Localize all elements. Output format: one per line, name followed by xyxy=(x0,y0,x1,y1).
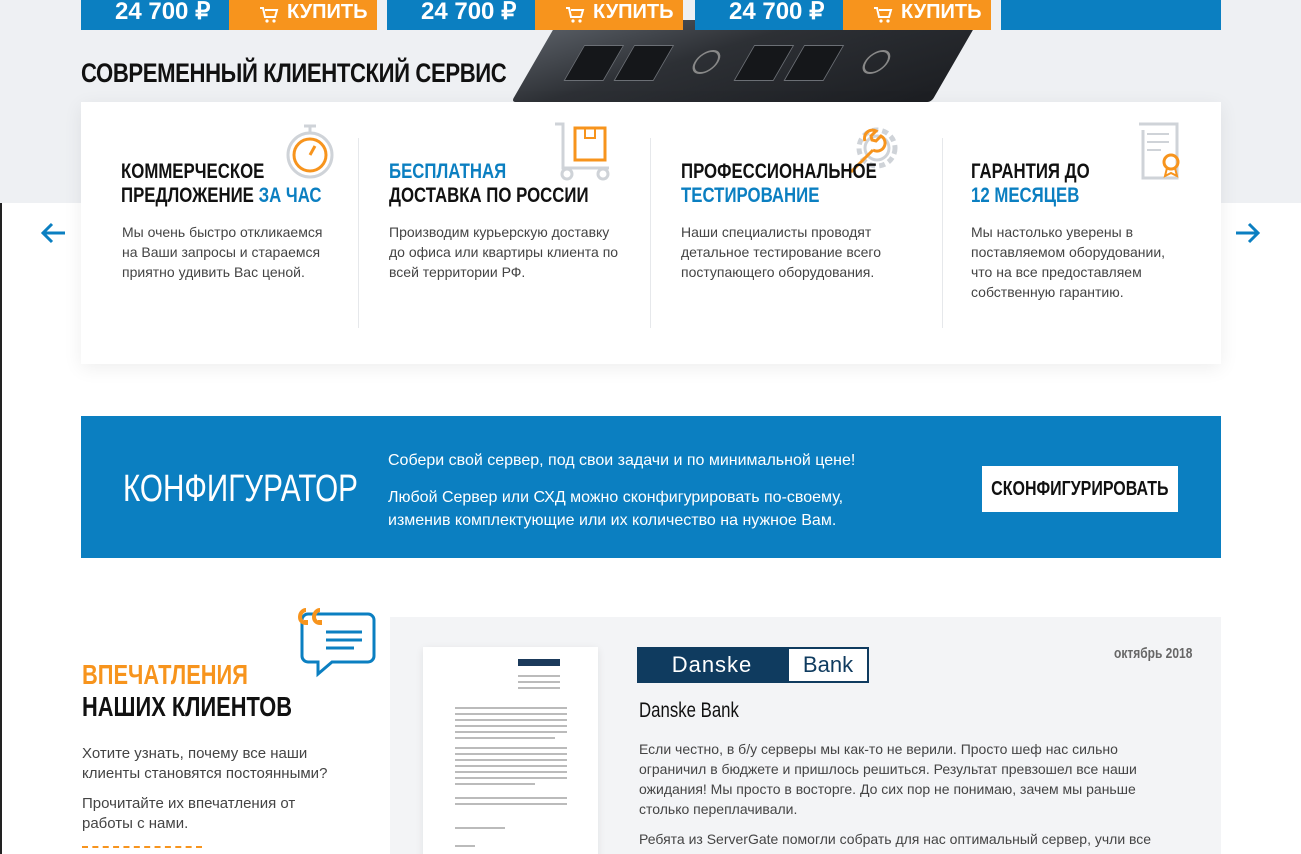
buy-label: КУПИТЬ xyxy=(593,1,674,23)
reviews-intro-2: Прочитайте их впечатления от работы с на… xyxy=(82,795,296,832)
buy-label: КУПИТЬ xyxy=(901,1,982,23)
review-date: октябрь 2018 xyxy=(1114,645,1193,662)
review-company: Danske Bank xyxy=(639,699,739,722)
product-card[interactable] xyxy=(1001,0,1221,30)
certificate-icon xyxy=(1139,122,1180,180)
configurator-tagline: Собери свой сервер, под свои задачи и по… xyxy=(388,452,856,469)
feature-title: ПРОФЕССИОНАЛЬНОЕ ТЕСТИРОВАНИЕ xyxy=(681,160,877,207)
arrow-right-icon[interactable] xyxy=(1232,218,1262,248)
product-card: 24 700 ₽ КУПИТЬ xyxy=(81,0,377,30)
buy-label: КУПИТЬ xyxy=(287,1,368,23)
buy-button[interactable]: КУПИТЬ xyxy=(535,0,683,30)
buy-button[interactable]: КУПИТЬ xyxy=(229,0,377,30)
reviews-title-accent: ВПЕЧАТЛЕНИЯ xyxy=(82,659,248,690)
feature-text: Наши специалисты проводят детальное тест… xyxy=(681,224,881,280)
feature-delivery: БЕСПЛАТНАЯ ДОСТАВКА ПО РОССИИ Производим… xyxy=(359,102,650,364)
feature-title: КОММЕРЧЕСКОЕ ПРЕДЛОЖЕНИЕ ЗА ЧАС xyxy=(121,160,322,207)
product-card: 24 700 ₽ КУПИТЬ xyxy=(387,0,683,30)
product-price: 24 700 ₽ xyxy=(695,0,843,30)
reviews-title: НАШИХ КЛИЕНТОВ xyxy=(82,691,293,722)
cart-icon xyxy=(874,7,893,23)
reviews-more-link[interactable] xyxy=(82,846,202,854)
feature-warranty: ГАРАНТИЯ ДО 12 МЕСЯЦЕВ Мы настолько увер… xyxy=(943,102,1221,364)
cart-icon xyxy=(566,7,585,23)
product-price-blank xyxy=(1001,0,1221,30)
review-letter-image[interactable] xyxy=(423,647,598,854)
feature-text: Мы очень быстро откликаемся на Ваши запр… xyxy=(122,224,323,280)
review-text: Если честно, в б/у серверы мы как-то не … xyxy=(639,741,1137,817)
product-price: 24 700 ₽ xyxy=(387,0,535,30)
review-card: Danske Bank октябрь 2018 Danske Bank Есл… xyxy=(390,617,1221,854)
configurator-title: КОНФИГУРАТОР xyxy=(123,468,358,510)
cart-icon xyxy=(260,7,279,23)
feature-text: Производим курьерскую доставку до офиса … xyxy=(389,224,619,280)
review-text-2: Ребята из ServerGate помогли собрать для… xyxy=(639,831,1152,847)
reviews-intro: Хотите узнать, почему все наши клиенты с… xyxy=(82,745,328,782)
server-image xyxy=(511,20,979,102)
configure-button[interactable]: СКОНФИГУРИРОВАТЬ xyxy=(982,466,1178,512)
product-price: 24 700 ₽ xyxy=(81,0,229,30)
feature-title: БЕСПЛАТНАЯ ДОСТАВКА ПО РОССИИ xyxy=(389,160,589,207)
feature-title: ГАРАНТИЯ ДО 12 МЕСЯЦЕВ xyxy=(971,160,1090,207)
quote-bubble-icon xyxy=(297,608,376,678)
product-card: 24 700 ₽ КУПИТЬ xyxy=(695,0,991,30)
buy-button[interactable]: КУПИТЬ xyxy=(843,0,991,30)
feature-text: Мы настолько уверены в поставляемом обор… xyxy=(971,224,1166,300)
feature-commercial-offer: КОММЕРЧЕСКОЕ ПРЕДЛОЖЕНИЕ ЗА ЧАС Мы очень… xyxy=(81,102,358,364)
section-title: СОВРЕМЕННЫЙ КЛИЕНТСКИЙ СЕРВИС xyxy=(81,58,507,88)
configurator-banner: КОНФИГУРАТОР Собери свой сервер, под сво… xyxy=(81,416,1221,558)
configurator-description: Любой Сервер или СХД можно сконфигуриров… xyxy=(388,489,844,529)
service-card: КОММЕРЧЕСКОЕ ПРЕДЛОЖЕНИЕ ЗА ЧАС Мы очень… xyxy=(81,102,1221,364)
arrow-left-icon[interactable] xyxy=(39,218,69,248)
feature-testing: ПРОФЕССИОНАЛЬНОЕ ТЕСТИРОВАНИЕ Наши специ… xyxy=(651,102,942,364)
danske-bank-logo: Danske Bank xyxy=(637,647,869,683)
